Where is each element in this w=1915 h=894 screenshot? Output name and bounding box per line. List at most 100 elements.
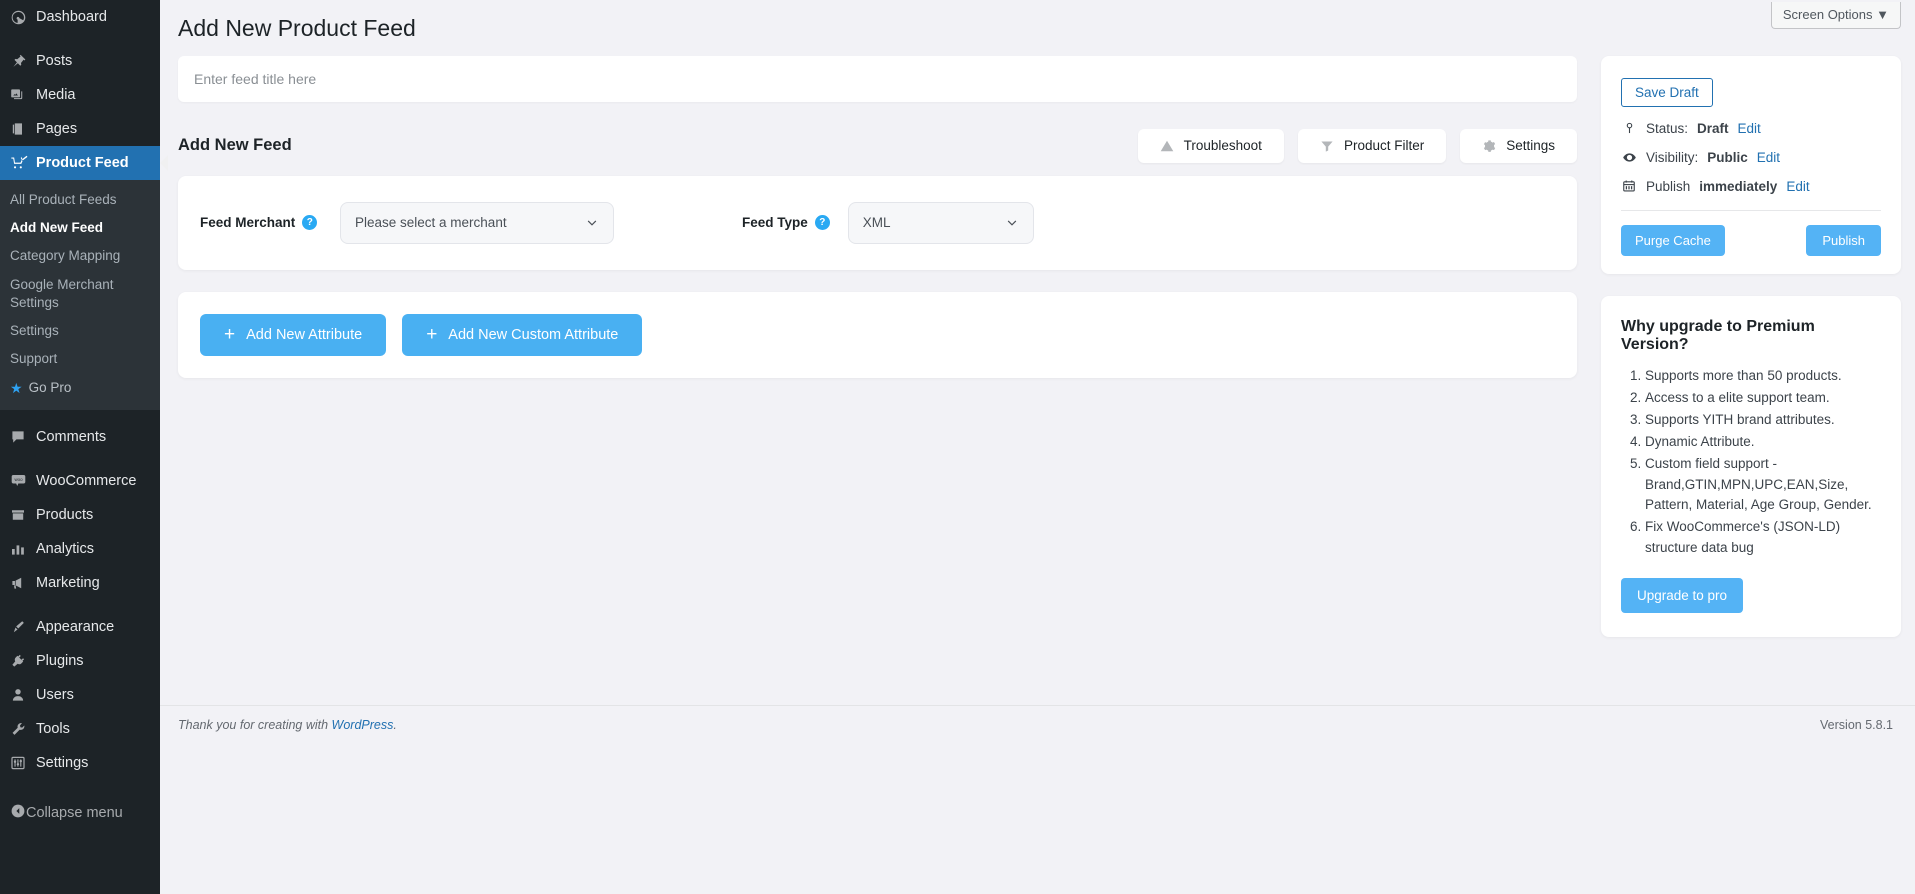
section-title: Add New Feed bbox=[178, 136, 292, 155]
eye-icon bbox=[1621, 150, 1637, 165]
status-edit-link[interactable]: Edit bbox=[1738, 121, 1761, 136]
analytics-icon bbox=[10, 541, 36, 557]
sidebar-item-label: Marketing bbox=[36, 574, 100, 591]
feed-merchant-label: Feed Merchant bbox=[200, 215, 296, 231]
sidebar-divider bbox=[0, 34, 160, 44]
product-filter-label: Product Filter bbox=[1343, 138, 1425, 154]
publish-date-row: Publish immediately Edit bbox=[1621, 179, 1881, 194]
premium-upgrade-panel: Why upgrade to Premium Version? Supports… bbox=[1601, 295, 1901, 638]
feed-merchant-label-group: Feed Merchant ? bbox=[200, 215, 340, 231]
sidebar-item-analytics[interactable]: Analytics bbox=[0, 532, 160, 566]
collapse-menu-button[interactable]: Collapse menu bbox=[0, 796, 160, 830]
chevron-down-icon bbox=[585, 216, 599, 230]
media-icon bbox=[10, 87, 36, 103]
filter-funnel-icon bbox=[1320, 139, 1334, 153]
collapse-arrow-icon bbox=[10, 803, 26, 823]
left-column: Add New Feed Troubleshoot bbox=[178, 44, 1577, 378]
svg-text:woo: woo bbox=[14, 477, 23, 482]
screen-options-button[interactable]: Screen Options ▼ bbox=[1770, 2, 1901, 29]
sidebar-item-pages[interactable]: Pages bbox=[0, 112, 160, 146]
sidebar-item-label: Comments bbox=[36, 428, 107, 445]
help-icon[interactable]: ? bbox=[302, 215, 318, 231]
section-action-buttons: Troubleshoot Product Filter Settings bbox=[1137, 128, 1577, 163]
wordpress-link[interactable]: WordPress bbox=[332, 718, 394, 732]
wp-admin-screen: Dashboard Posts Media Pages Product Feed… bbox=[0, 0, 1915, 894]
add-new-custom-attribute-label: Add New Custom Attribute bbox=[448, 326, 619, 343]
publish-edit-link[interactable]: Edit bbox=[1786, 179, 1809, 194]
visibility-prefix: Visibility: bbox=[1646, 149, 1699, 165]
troubleshoot-button[interactable]: Troubleshoot bbox=[1137, 128, 1284, 163]
footer-thanks-suffix: . bbox=[393, 717, 397, 732]
marketing-icon bbox=[10, 575, 36, 591]
product-filter-button[interactable]: Product Filter bbox=[1297, 128, 1447, 163]
add-new-custom-attribute-button[interactable]: + Add New Custom Attribute bbox=[402, 313, 643, 356]
submenu-item-label: Settings bbox=[10, 323, 59, 339]
sidebar-item-posts[interactable]: Posts bbox=[0, 44, 160, 78]
submenu-item-settings[interactable]: Settings bbox=[0, 317, 160, 345]
premium-benefits-list: Supports more than 50 products. Access t… bbox=[1621, 366, 1881, 559]
footer-version: Version 5.8.1 bbox=[1820, 717, 1893, 732]
submenu-item-support[interactable]: Support bbox=[0, 345, 160, 373]
pin-status-icon bbox=[1621, 122, 1637, 135]
sidebar-item-marketing[interactable]: Marketing bbox=[0, 566, 160, 600]
sidebar-item-tools[interactable]: Tools bbox=[0, 712, 160, 746]
sidebar-item-products[interactable]: Products bbox=[0, 498, 160, 532]
submenu-item-category-mapping[interactable]: Category Mapping bbox=[0, 242, 160, 270]
feed-type-value: XML bbox=[862, 215, 891, 231]
sidebar-item-dashboard[interactable]: Dashboard bbox=[0, 0, 160, 34]
screen-options-label: Screen Options bbox=[1782, 7, 1873, 22]
feed-settings-row: Feed Merchant ? Please select a merchant… bbox=[178, 176, 1577, 270]
footer-thanks-prefix: Thank you for creating with bbox=[178, 717, 332, 732]
submenu-item-add-new-feed[interactable]: Add New Feed bbox=[0, 214, 160, 242]
sidebar-item-appearance[interactable]: Appearance bbox=[0, 610, 160, 644]
sidebar-item-label: Settings bbox=[36, 754, 89, 771]
sidebar-item-label: Users bbox=[36, 686, 74, 703]
feed-merchant-select[interactable]: Please select a merchant bbox=[340, 201, 614, 244]
submenu-item-all-product-feeds[interactable]: All Product Feeds bbox=[0, 186, 160, 214]
sidebar-item-media[interactable]: Media bbox=[0, 78, 160, 112]
footer-thanks: Thank you for creating with WordPress. bbox=[178, 718, 397, 732]
warning-triangle-icon bbox=[1160, 139, 1174, 153]
sidebar-item-label: Product Feed bbox=[36, 155, 129, 171]
submenu-item-go-pro[interactable]: ★ Go Pro bbox=[0, 374, 160, 402]
list-item: Access to a elite support team. bbox=[1645, 388, 1881, 409]
feed-title-input[interactable] bbox=[194, 70, 1561, 87]
sidebar-item-label: WooCommerce bbox=[36, 472, 137, 489]
sidebar-item-product-feed[interactable]: Product Feed bbox=[0, 146, 160, 180]
sidebar-item-users[interactable]: Users bbox=[0, 678, 160, 712]
add-new-attribute-button[interactable]: + Add New Attribute bbox=[200, 313, 387, 356]
sidebar-item-label: Analytics bbox=[36, 540, 95, 557]
sidebar-item-plugins[interactable]: Plugins bbox=[0, 644, 160, 678]
content-columns: Add New Feed Troubleshoot bbox=[160, 44, 1915, 638]
publish-button[interactable]: Publish bbox=[1806, 224, 1881, 256]
settings-icon bbox=[10, 755, 36, 771]
chevron-down-icon: ▼ bbox=[1876, 7, 1889, 22]
main-content: Screen Options ▼ Add New Product Feed Ad… bbox=[160, 0, 1915, 894]
publish-panel: Save Draft Status: Draft Edit Visibility… bbox=[1601, 55, 1901, 274]
status-row: Status: Draft Edit bbox=[1621, 121, 1881, 136]
sidebar-item-woocommerce[interactable]: woo WooCommerce bbox=[0, 464, 160, 498]
list-item: Fix WooCommerce's (JSON-LD) structure da… bbox=[1645, 517, 1881, 559]
gear-icon bbox=[1482, 139, 1496, 153]
plus-icon: + bbox=[426, 324, 438, 346]
settings-button[interactable]: Settings bbox=[1460, 128, 1577, 163]
visibility-edit-link[interactable]: Edit bbox=[1757, 150, 1780, 165]
feed-type-select[interactable]: XML bbox=[847, 201, 1034, 244]
panel-divider bbox=[1621, 209, 1881, 211]
publish-prefix: Publish bbox=[1646, 178, 1691, 194]
sidebar-item-label: Dashboard bbox=[36, 9, 107, 25]
sidebar-item-label: Media bbox=[36, 87, 76, 103]
sidebar-divider bbox=[0, 454, 160, 464]
upgrade-to-pro-button[interactable]: Upgrade to pro bbox=[1621, 578, 1744, 614]
submenu-item-label: Google Merchant Settings bbox=[10, 276, 114, 310]
sidebar-item-settings[interactable]: Settings bbox=[0, 746, 160, 780]
help-icon[interactable]: ? bbox=[814, 215, 830, 231]
publish-actions: Purge Cache Publish bbox=[1621, 224, 1881, 256]
submenu-item-google-merchant-settings[interactable]: Google Merchant Settings bbox=[0, 271, 160, 317]
publish-value: immediately bbox=[1699, 178, 1778, 194]
sidebar-item-comments[interactable]: Comments bbox=[0, 420, 160, 454]
save-draft-button[interactable]: Save Draft bbox=[1621, 77, 1713, 107]
purge-cache-button[interactable]: Purge Cache bbox=[1621, 224, 1725, 256]
chevron-down-icon bbox=[1005, 216, 1019, 230]
submenu-item-label: Go Pro bbox=[28, 379, 72, 395]
